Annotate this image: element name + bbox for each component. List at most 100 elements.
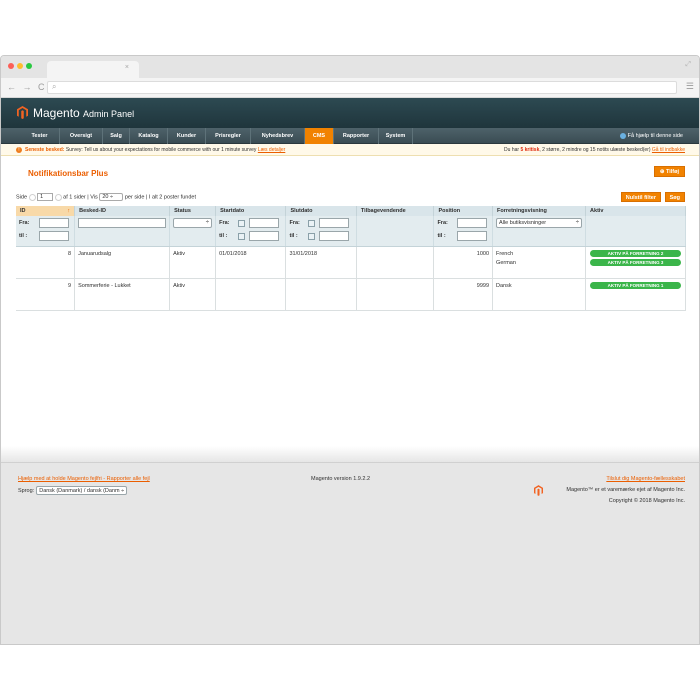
main-navigation: Få hjælp til denne side Tester Oversigt Sa… [1, 128, 699, 144]
column-header-id[interactable]: ID ↑ [16, 206, 76, 216]
start-to-input[interactable] [249, 231, 280, 241]
add-button[interactable]: ⊕ Tilføj [653, 166, 685, 177]
nav-item-system[interactable]: System [379, 128, 413, 144]
filter-end-date: Fra: til : [285, 216, 357, 247]
read-details-link[interactable]: Læs detaljer [258, 147, 286, 153]
store-view-filter-select[interactable]: Alle butiksvisninger ÷ [496, 218, 583, 228]
filter-id: Fra: til : [16, 216, 76, 247]
column-header-tilbagevendende[interactable]: Tilbagevendende [356, 206, 435, 216]
close-window-button[interactable] [8, 63, 14, 69]
column-header-besked-id[interactable]: Besked-ID [74, 206, 171, 216]
column-header-startdato[interactable]: Startdato [215, 206, 287, 216]
report-bugs-link[interactable]: Hjælp med at holde Magento fejlfri - Rap… [18, 476, 150, 482]
column-header-status[interactable]: Status [169, 206, 217, 216]
sort-ascending-icon: ↑ [67, 208, 71, 214]
admin-header: Magento Admin Panel [1, 98, 699, 128]
browser-tab[interactable]: × [47, 61, 139, 78]
latest-message: Seneste besked: Survey: Tell us about yo… [25, 147, 286, 153]
cell-active: AKTIV PÅ FORRETNING 1 [585, 278, 686, 311]
maximize-window-button[interactable] [26, 63, 32, 69]
nav-item-katalog[interactable]: Katalog [130, 128, 168, 144]
id-from-input[interactable] [39, 218, 69, 228]
cell-position: 9999 [433, 278, 494, 311]
column-header-slutdato[interactable]: Slutdato [285, 206, 357, 216]
table-row[interactable]: 8 Januarudsalg Aktiv 01/01/2018 31/01/2018 10… [16, 246, 686, 279]
column-header-position[interactable]: Position [433, 206, 494, 216]
go-to-inbox-link[interactable]: Gå til indbakke [652, 147, 685, 153]
grid-header-row: ID ↑ Besked-ID Status Startdato Slutdato Tilba… [16, 206, 686, 216]
filter-status: ÷ [169, 216, 217, 247]
language-select[interactable]: Dansk (Danmark) / dansk (Danm ÷ [36, 486, 128, 495]
nav-item-tester[interactable]: Tester [20, 128, 60, 144]
nav-item-salg[interactable]: Salg [103, 128, 130, 144]
nav-item-rapporter[interactable]: Rapporter [334, 128, 379, 144]
filter-store-view: Alle butiksvisninger ÷ [492, 216, 587, 247]
message-id-filter-input[interactable] [78, 218, 167, 228]
status-filter-select[interactable]: ÷ [173, 218, 213, 228]
help-icon [619, 132, 626, 139]
reset-filter-button[interactable]: Nulstil filter [620, 192, 661, 202]
brand-title[interactable]: Magento Admin Panel [33, 106, 134, 120]
nav-item-cms[interactable]: CMS [305, 128, 334, 144]
page-input[interactable]: 1 [37, 193, 54, 201]
prev-page-icon[interactable] [28, 193, 36, 201]
store-name: Dansk [496, 283, 512, 289]
page-title: Notifikationsbar Plus [28, 169, 109, 178]
search-icon: ⌕ [52, 82, 57, 91]
calendar-icon[interactable] [308, 232, 316, 240]
cell-end: 31/01/2018 [285, 246, 357, 279]
cell-status: Aktiv [169, 246, 217, 279]
content-bottom [1, 446, 699, 462]
position-to-input[interactable] [457, 231, 488, 241]
active-store-badge: AKTIV PÅ FORRETNING 3 [590, 259, 681, 266]
trademark-text: Magento™ er et varemærke ejet af Magento… [566, 487, 685, 493]
calendar-icon[interactable] [238, 219, 246, 227]
nav-item-kunder[interactable]: Kunder [168, 128, 206, 144]
cell-stores: French German [492, 246, 587, 279]
table-row[interactable]: 9 Sommerferie - Lukket Aktiv 9999 Dansk AKTIV… [16, 278, 686, 311]
close-tab-icon[interactable]: × [125, 64, 129, 71]
column-header-aktiv[interactable]: Aktiv [585, 206, 686, 216]
active-store-badge: AKTIV PÅ FORRETNING 1 [590, 282, 681, 289]
filter-start-date: Fra: til : [215, 216, 287, 247]
expand-icon[interactable]: ⤢ [685, 61, 691, 69]
end-from-input[interactable] [319, 218, 350, 228]
pager-label: Side [16, 194, 28, 201]
language-switcher: Sprog: Dansk (Danmark) / dansk (Danm ÷ [18, 486, 128, 495]
id-to-input[interactable] [39, 231, 69, 241]
browser-tabbar: × ⤢ [1, 56, 699, 78]
cell-recurring [356, 246, 435, 279]
calendar-icon[interactable] [238, 232, 246, 240]
end-to-input[interactable] [319, 231, 350, 241]
community-link[interactable]: Tilslut dig Magento-fællesskabet [606, 476, 685, 482]
column-header-forretningsvisning[interactable]: Forretningsvisning [492, 206, 587, 216]
store-name: German [496, 260, 516, 266]
calendar-icon[interactable] [308, 219, 316, 227]
active-store-badge: AKTIV PÅ FORRETNING 2 [590, 250, 681, 257]
navigation-buttons-icon[interactable]: ← → C [7, 82, 47, 92]
cell-end [285, 278, 357, 311]
cell-active: AKTIV PÅ FORRETNING 2 AKTIV PÅ FORRETNING… [585, 246, 686, 279]
minimize-window-button[interactable] [17, 63, 23, 69]
per-page-select[interactable]: 20 ÷ [99, 193, 124, 201]
magento-logo-icon [17, 106, 28, 119]
nav-item-oversigt[interactable]: Oversigt [60, 128, 103, 144]
position-from-input[interactable] [457, 218, 488, 228]
cell-id: 8 [16, 246, 76, 279]
inbox-summary: Du har 5 kritisk, 2 større, 2 mindre og … [504, 147, 685, 153]
help-link[interactable]: Få hjælp til denne side [619, 128, 683, 144]
magento-footer-logo-icon [534, 485, 543, 496]
notification-bar: ! Seneste besked: Survey: Tell us about … [1, 144, 699, 156]
search-button[interactable]: Søg [664, 192, 685, 202]
start-from-input[interactable] [249, 218, 280, 228]
next-page-icon[interactable] [54, 193, 62, 201]
cell-name: Sommerferie - Lukket [74, 278, 171, 311]
cell-recurring [356, 278, 435, 311]
cell-start: 01/01/2018 [215, 246, 287, 279]
magento-version: Magento version 1.9.2.2 [311, 476, 371, 482]
nav-item-nyhedsbrev[interactable]: Nyhedsbrev [251, 128, 305, 144]
browser-menu-icon[interactable]: ☰ [686, 81, 694, 92]
store-name: French [496, 251, 514, 257]
address-bar[interactable]: ⌕ [47, 81, 677, 94]
nav-item-prisregler[interactable]: Prisregler [206, 128, 251, 144]
